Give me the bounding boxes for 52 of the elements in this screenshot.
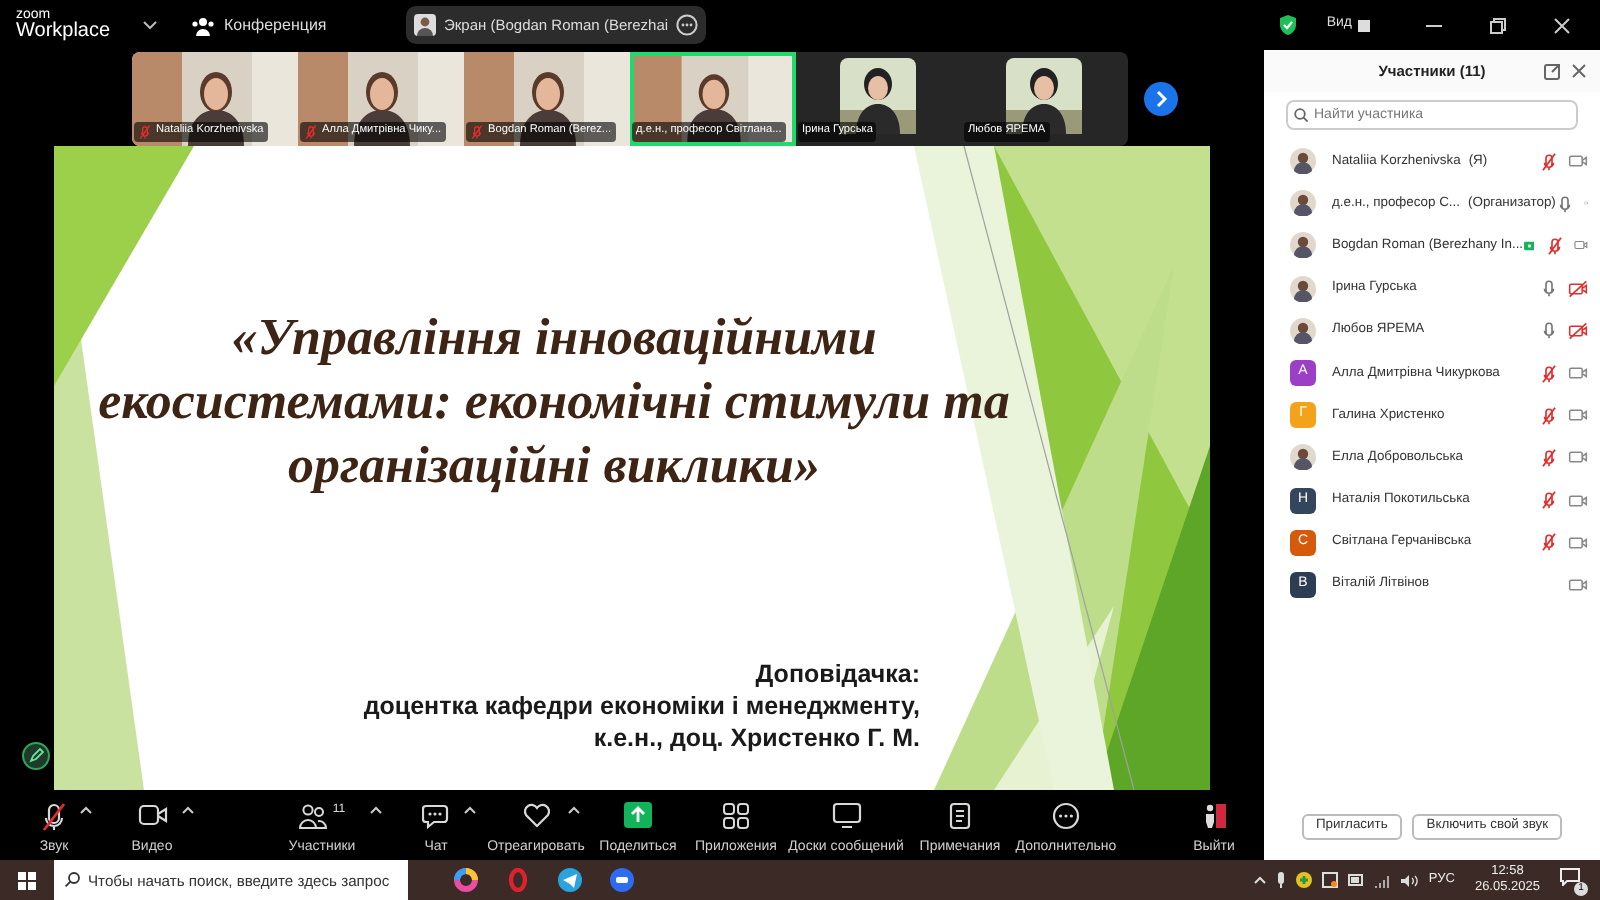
caret-up-icon[interactable] xyxy=(370,806,382,814)
monitor-icon xyxy=(831,802,861,828)
caret-up-icon[interactable] xyxy=(1254,876,1267,884)
people-icon xyxy=(192,15,214,35)
pen-icon[interactable] xyxy=(22,742,50,770)
ring-icon[interactable] xyxy=(506,868,530,892)
more-icon[interactable] xyxy=(676,14,699,36)
avatar-icon xyxy=(1290,275,1316,302)
presenter-text: доцентка кафедри економіки і менеджменту, xyxy=(363,690,920,722)
more-icon xyxy=(1052,802,1080,830)
meeting-label: Конференция xyxy=(224,13,327,37)
slide-title: організаційні виклики» xyxy=(288,434,820,498)
caret-up-icon[interactable] xyxy=(182,806,194,814)
restore-icon[interactable] xyxy=(1490,17,1506,33)
pop-out-icon[interactable] xyxy=(1544,64,1560,80)
speaker-icon[interactable] xyxy=(1400,873,1419,887)
windows-icon[interactable] xyxy=(18,871,36,889)
search-icon xyxy=(64,872,80,888)
video-camera-icon xyxy=(137,802,167,828)
avatar-icon xyxy=(1290,190,1316,217)
avatar-icon xyxy=(414,14,436,36)
close-icon[interactable] xyxy=(1572,64,1586,78)
search-icon xyxy=(1294,108,1308,122)
avatar-icon xyxy=(1290,148,1316,175)
caret-up-icon[interactable] xyxy=(80,806,92,814)
slide-title: «Управління інноваційними xyxy=(231,306,877,370)
avatar-icon xyxy=(1290,232,1316,259)
video-app-icon[interactable] xyxy=(610,868,634,892)
notes-icon xyxy=(948,802,972,830)
door-icon xyxy=(1200,802,1228,830)
notification-icon[interactable] xyxy=(1560,868,1580,886)
slide-title: екосистемами: економічні стимули та xyxy=(98,370,1010,434)
caret-up-icon[interactable] xyxy=(464,806,476,814)
mic-muted-icon xyxy=(40,802,68,832)
paper-plane-icon[interactable] xyxy=(558,868,582,892)
colorful-ring-icon[interactable] xyxy=(454,868,478,892)
heart-icon xyxy=(521,802,551,828)
avatar-icon xyxy=(1290,317,1316,344)
logo-text: Workplace xyxy=(16,22,113,42)
wifi-icon[interactable] xyxy=(1374,873,1391,887)
caret-up-icon[interactable] xyxy=(568,806,580,814)
share-icon xyxy=(624,802,652,828)
battery-icon[interactable] xyxy=(1348,874,1365,886)
avatar-icon xyxy=(1290,444,1316,471)
people-icon xyxy=(298,802,329,830)
apps-icon xyxy=(722,802,750,830)
chevron-down-icon[interactable] xyxy=(142,19,158,31)
monitor-icon[interactable] xyxy=(1322,872,1339,888)
presenter-text: Доповідачка: xyxy=(755,658,920,690)
chat-icon xyxy=(422,802,450,830)
mic-icon[interactable] xyxy=(1276,872,1287,888)
presenter-text: к.е.н., доц. Христенко Г. М. xyxy=(593,722,920,754)
